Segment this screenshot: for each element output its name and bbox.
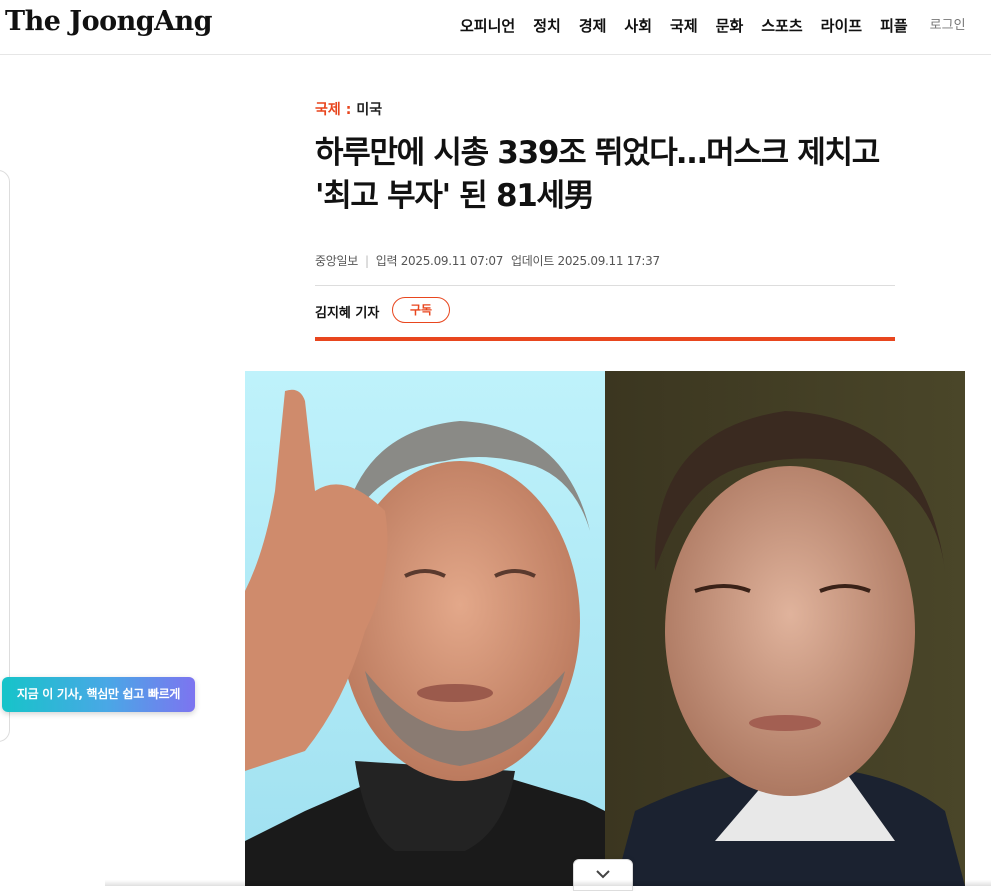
ai-summary-button[interactable]: 지금 이 기사, 핵심만 쉽고 빠르게 <box>2 677 195 712</box>
nav-item-life[interactable]: 라이프 <box>821 15 862 39</box>
author-name[interactable]: 김지혜 기자 <box>315 302 379 321</box>
right-portrait <box>605 371 965 886</box>
portrait-composite <box>245 371 965 886</box>
main-nav: 오피니언 정치 경제 사회 국제 문화 스포츠 라이프 피플 로그인 <box>460 15 966 39</box>
nav-item-society[interactable]: 사회 <box>624 15 652 39</box>
updated-date: 2025.09.11 17:37 <box>557 254 661 268</box>
published-date: 2025.09.11 07:07 <box>400 254 504 268</box>
source-name: 중앙일보 <box>315 254 358 268</box>
published-label: 입력 <box>375 254 398 268</box>
nav-item-politics[interactable]: 정치 <box>533 15 561 39</box>
breadcrumb-category[interactable]: 국제 <box>315 102 341 118</box>
breadcrumb-separator: : <box>345 102 352 118</box>
nav-item-economy[interactable]: 경제 <box>579 15 607 39</box>
side-toolbar[interactable] <box>0 170 10 742</box>
nav-item-people[interactable]: 피플 <box>880 15 908 39</box>
article-meta: 중앙일보 | 입력 2025.09.11 07:07 업데이트 2025.09.11 … <box>315 252 660 269</box>
headline-line-1: 하루만에 시총 339조 뛰었다…머스크 제치고 <box>315 135 880 171</box>
breadcrumb: 국제: 미국 <box>315 99 382 119</box>
nav-item-international[interactable]: 국제 <box>670 15 698 39</box>
article-headline: 하루만에 시총 339조 뛰었다…머스크 제치고 '최고 부자' 된 81세男 <box>315 132 915 218</box>
updated-label: 업데이트 <box>511 254 554 268</box>
meta-divider-line <box>315 285 895 286</box>
nav-item-opinion[interactable]: 오피니언 <box>460 15 515 39</box>
nav-item-culture[interactable]: 문화 <box>716 15 744 39</box>
subscribe-button[interactable]: 구독 <box>392 297 450 323</box>
meta-divider: | <box>364 254 369 268</box>
site-logo[interactable]: The JoongAng <box>5 6 213 37</box>
left-portrait <box>245 371 605 886</box>
login-link[interactable]: 로그인 <box>930 15 966 39</box>
site-header: The JoongAng 오피니언 정치 경제 사회 국제 문화 스포츠 라이프… <box>0 0 991 55</box>
headline-line-2: '최고 부자' 된 81세男 <box>315 178 595 214</box>
bottom-shadow <box>105 880 991 886</box>
nav-item-sports[interactable]: 스포츠 <box>761 15 802 39</box>
article-photo[interactable] <box>245 371 965 886</box>
breadcrumb-subcategory[interactable]: 미국 <box>356 102 382 118</box>
header-accent-rule <box>315 337 895 341</box>
scroll-down-button[interactable] <box>573 859 633 891</box>
chevron-down-icon <box>596 870 610 879</box>
